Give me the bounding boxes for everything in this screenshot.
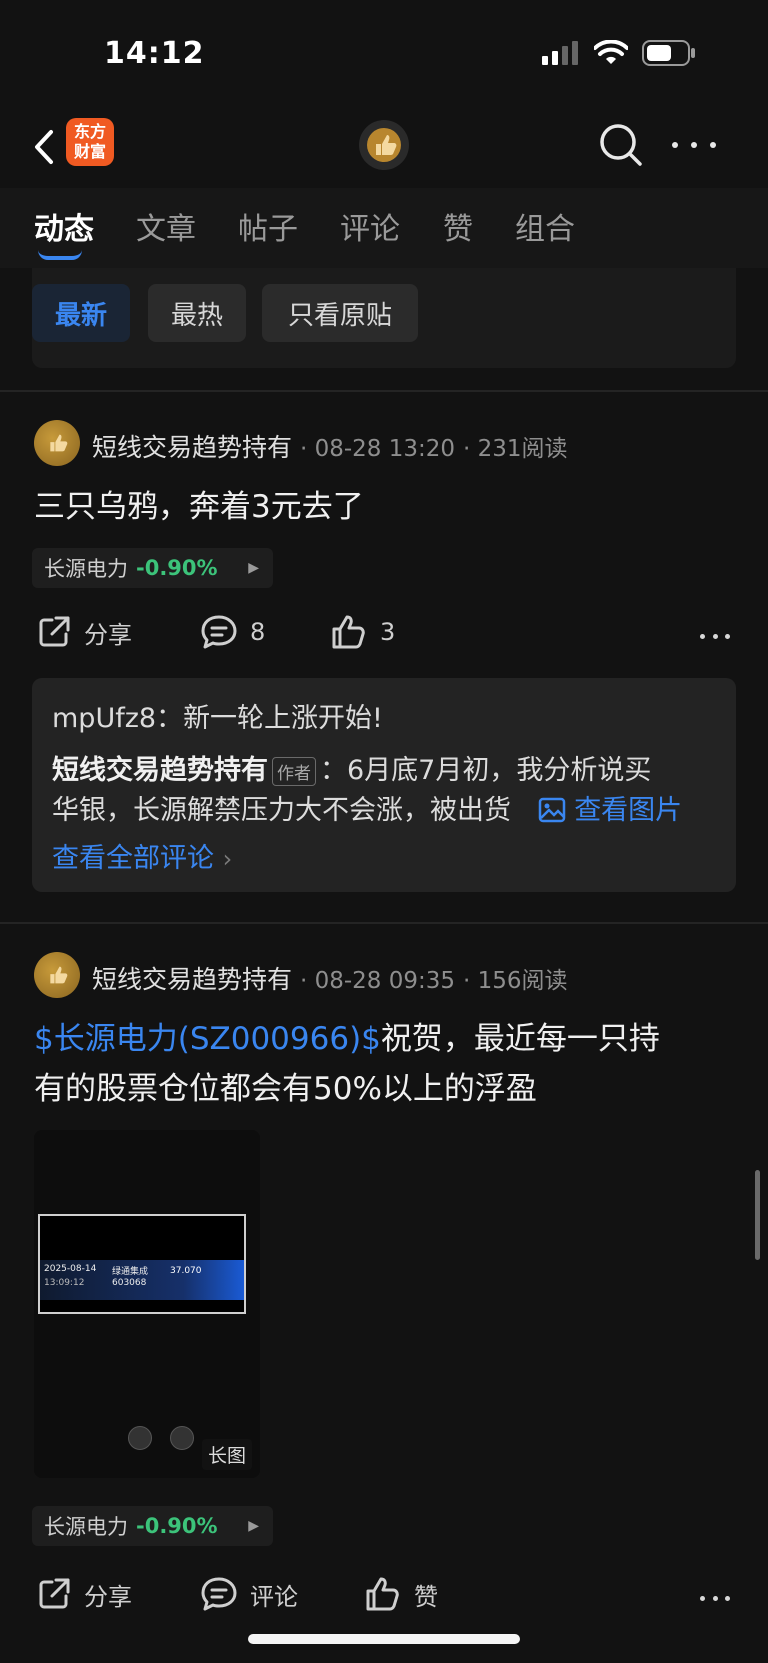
profile-avatar[interactable] <box>359 120 409 170</box>
tab-articles[interactable]: 文章 <box>136 204 196 248</box>
image-control-icon <box>170 1426 194 1450</box>
read-count: 156阅读 <box>477 968 568 994</box>
action-bar: 分享 8 3 <box>0 614 768 664</box>
more-icon <box>700 634 705 639</box>
cellular-signal-icon <box>542 41 578 65</box>
share-icon <box>39 1578 70 1609</box>
stock-link[interactable]: $长源电力(SZ000966)$ <box>34 1021 381 1057</box>
active-tab-indicator <box>38 250 82 260</box>
back-button[interactable] <box>24 122 64 172</box>
nav-bar: 东方 财富 <box>0 110 768 188</box>
comment-item[interactable]: 短线交易趋势持有 作者 ：6月底7月初，我分析说买 <box>52 748 651 787</box>
post-text[interactable]: 三只乌鸦，奔着3元去了 <box>34 482 734 532</box>
view-all-comments-link[interactable]: 查看全部评论 › <box>52 836 232 875</box>
comment-text: 华银，长源解禁压力大不会涨，被出货 <box>52 795 511 826</box>
post-time: 08-28 09:35 <box>314 968 456 994</box>
stock-change: -0.90% <box>136 1514 218 1538</box>
author-avatar[interactable] <box>34 420 80 466</box>
status-bar: 14:12 <box>0 0 768 110</box>
comment-item-continued: 华银，长源解禁压力大不会涨，被出货 查看图片 <box>52 788 682 827</box>
search-button[interactable] <box>596 120 646 170</box>
profile-tabs: 动态 文章 帖子 评论 赞 组合 <box>0 188 768 268</box>
post-meta: 短线交易趋势持有 · 08-28 13:20 · 231阅读 <box>92 433 568 462</box>
chevron-right-icon: › <box>222 845 233 873</box>
author-badge: 作者 <box>272 757 316 786</box>
share-button[interactable]: 分享 <box>36 1576 132 1612</box>
thumbs-up-avatar-icon <box>367 128 401 162</box>
post-image[interactable]: 2025-08-14 13:09:12 绿通集成 603068 37.070 长… <box>34 1130 260 1478</box>
comment-button[interactable]: 8 <box>200 614 265 650</box>
tab-likes[interactable]: 赞 <box>443 204 473 248</box>
post-text[interactable]: $长源电力(SZ000966)$祝贺，最近每一只持 有的股票仓位都会有50%以上… <box>34 1014 734 1114</box>
thumbs-up-icon <box>366 1577 399 1611</box>
read-count: 231阅读 <box>477 436 568 462</box>
status-icons <box>542 40 696 66</box>
like-button[interactable]: 赞 <box>364 1576 438 1612</box>
thumbs-up-avatar-icon <box>50 434 68 452</box>
post-card[interactable]: 短线交易趋势持有 · 08-28 09:35 · 156阅读 $长源电力(SZ0… <box>0 924 768 1624</box>
author-name[interactable]: 短线交易趋势持有 <box>92 433 292 462</box>
like-button[interactable]: 3 <box>330 614 395 650</box>
thumbs-up-icon <box>332 615 365 649</box>
caret-right-icon: ▶ <box>248 560 259 576</box>
status-time: 14:12 <box>104 36 205 71</box>
action-bar: 分享 评论 赞 <box>0 1576 768 1626</box>
author-avatar[interactable] <box>34 952 80 998</box>
stock-name: 长源电力 <box>44 1515 128 1539</box>
comment-text: 新一轮上涨开始! <box>183 703 383 734</box>
comment-icon <box>201 1577 237 1611</box>
comment-text: 6月底7月初，我分析说买 <box>347 755 652 786</box>
battery-icon <box>642 40 695 66</box>
crop-frame <box>38 1214 246 1314</box>
post-card[interactable]: 短线交易趋势持有 · 08-28 13:20 · 231阅读 三只乌鸦，奔着3元… <box>0 392 768 922</box>
brand-logo: 东方 财富 <box>66 118 114 166</box>
stock-change: -0.90% <box>136 556 218 580</box>
comment-user[interactable]: mpUfz8： <box>52 703 183 734</box>
comment-icon <box>201 615 237 649</box>
comment-item[interactable]: mpUfz8：新一轮上涨开始! <box>52 696 383 735</box>
post-more-button[interactable] <box>700 634 730 639</box>
filter-bar: 最新 最热 只看原贴 <box>32 268 736 368</box>
long-image-badge: 长图 <box>201 1439 252 1470</box>
wifi-icon <box>594 40 628 64</box>
search-icon <box>600 124 642 166</box>
back-arrow-icon <box>35 130 53 164</box>
filter-hottest[interactable]: 最热 <box>148 284 246 342</box>
tab-posts[interactable]: 帖子 <box>238 204 298 248</box>
more-button[interactable] <box>672 130 716 160</box>
tab-portfolio[interactable]: 组合 <box>515 204 575 248</box>
post-time: 08-28 13:20 <box>314 436 456 462</box>
filter-original-only[interactable]: 只看原贴 <box>262 284 418 342</box>
more-icon <box>672 142 678 148</box>
home-indicator[interactable] <box>248 1634 520 1644</box>
post-more-button[interactable] <box>700 1596 730 1601</box>
comment-button[interactable]: 评论 <box>200 1576 298 1612</box>
view-image-link[interactable]: 查看图片 <box>538 795 682 826</box>
scrollbar[interactable] <box>755 1170 760 1260</box>
comment-user[interactable]: 短线交易趋势持有 <box>52 755 268 786</box>
image-control-icon <box>128 1426 152 1450</box>
image-icon <box>538 797 565 823</box>
author-name[interactable]: 短线交易趋势持有 <box>92 965 292 994</box>
share-icon <box>39 616 70 647</box>
stock-tag[interactable]: 长源电力 -0.90% ▶ <box>32 1506 273 1546</box>
stock-name: 长源电力 <box>44 557 128 581</box>
caret-right-icon: ▶ <box>248 1518 259 1534</box>
thumbs-up-avatar-icon <box>50 966 68 984</box>
tab-dynamics[interactable]: 动态 <box>34 204 94 248</box>
share-button[interactable]: 分享 <box>36 614 132 650</box>
filter-latest[interactable]: 最新 <box>32 284 130 342</box>
more-icon <box>700 1596 705 1601</box>
tab-comments[interactable]: 评论 <box>340 204 400 248</box>
comment-preview[interactable]: mpUfz8：新一轮上涨开始! 短线交易趋势持有 作者 ：6月底7月初，我分析说买 … <box>32 678 736 892</box>
post-meta: 短线交易趋势持有 · 08-28 09:35 · 156阅读 <box>92 965 568 994</box>
stock-tag[interactable]: 长源电力 -0.90% ▶ <box>32 548 273 588</box>
